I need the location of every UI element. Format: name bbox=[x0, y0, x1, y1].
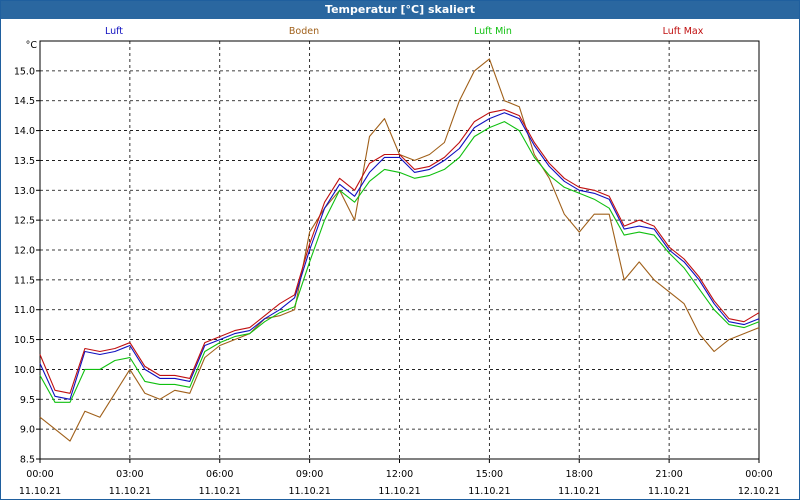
x-tick-date-label: 11.10.21 bbox=[468, 486, 510, 497]
x-tick-date-label: 11.10.21 bbox=[558, 486, 600, 497]
y-tick-label: 9.0 bbox=[20, 425, 35, 436]
x-tick-time-label: 15:00 bbox=[476, 469, 503, 480]
x-tick-date-label: 12.10.21 bbox=[738, 486, 780, 497]
x-tick-date-label: 11.10.21 bbox=[288, 486, 330, 497]
y-tick-label: 15.0 bbox=[14, 66, 35, 77]
y-tick-label: 9.5 bbox=[20, 395, 35, 406]
legend-entry: Luft Max bbox=[663, 26, 704, 37]
x-tick-time-label: 03:00 bbox=[116, 469, 143, 480]
legend-entry: Luft bbox=[105, 26, 123, 37]
y-tick-label: 14.0 bbox=[14, 126, 35, 137]
x-tick-date-label: 11.10.21 bbox=[19, 486, 61, 497]
x-tick-time-label: 00:00 bbox=[745, 469, 772, 480]
y-tick-label: 13.0 bbox=[14, 186, 35, 197]
x-tick-time-label: 06:00 bbox=[206, 469, 233, 480]
legend-entry: Luft Min bbox=[474, 26, 512, 37]
y-tick-label: 14.5 bbox=[14, 96, 35, 107]
y-tick-label: 12.5 bbox=[14, 216, 35, 227]
y-tick-label: 8.5 bbox=[20, 455, 35, 466]
x-tick-date-label: 11.10.21 bbox=[109, 486, 151, 497]
legend-entry: Boden bbox=[289, 26, 319, 37]
chart-window: Temperatur [°C] skaliert 8.5 9.0 9.5 10.0 10… bbox=[0, 0, 800, 500]
x-tick-time-label: 18:00 bbox=[566, 469, 593, 480]
x-tick-date-label: 11.10.21 bbox=[378, 486, 420, 497]
x-tick-date-label: 11.10.21 bbox=[199, 486, 241, 497]
y-tick-label: 11.0 bbox=[14, 305, 35, 316]
y-tick-label: 11.5 bbox=[14, 275, 35, 286]
y-tick-label: 10.5 bbox=[14, 335, 35, 346]
y-tick-label: 13.5 bbox=[14, 156, 35, 167]
x-tick-time-label: 09:00 bbox=[296, 469, 323, 480]
x-tick-date-label: 11.10.21 bbox=[648, 486, 690, 497]
x-tick-time-label: 21:00 bbox=[655, 469, 682, 480]
x-tick-time-label: 12:00 bbox=[386, 469, 413, 480]
temperature-chart: 8.5 9.0 9.5 10.0 10.5 11.0 11.5 12.0 12.5 13.0 13.… bbox=[14, 26, 780, 497]
y-axis-unit: °C bbox=[26, 40, 38, 51]
x-tick-time-label: 00:00 bbox=[26, 469, 53, 480]
y-tick-label: 12.0 bbox=[14, 246, 35, 257]
y-tick-label: 10.0 bbox=[14, 365, 35, 376]
